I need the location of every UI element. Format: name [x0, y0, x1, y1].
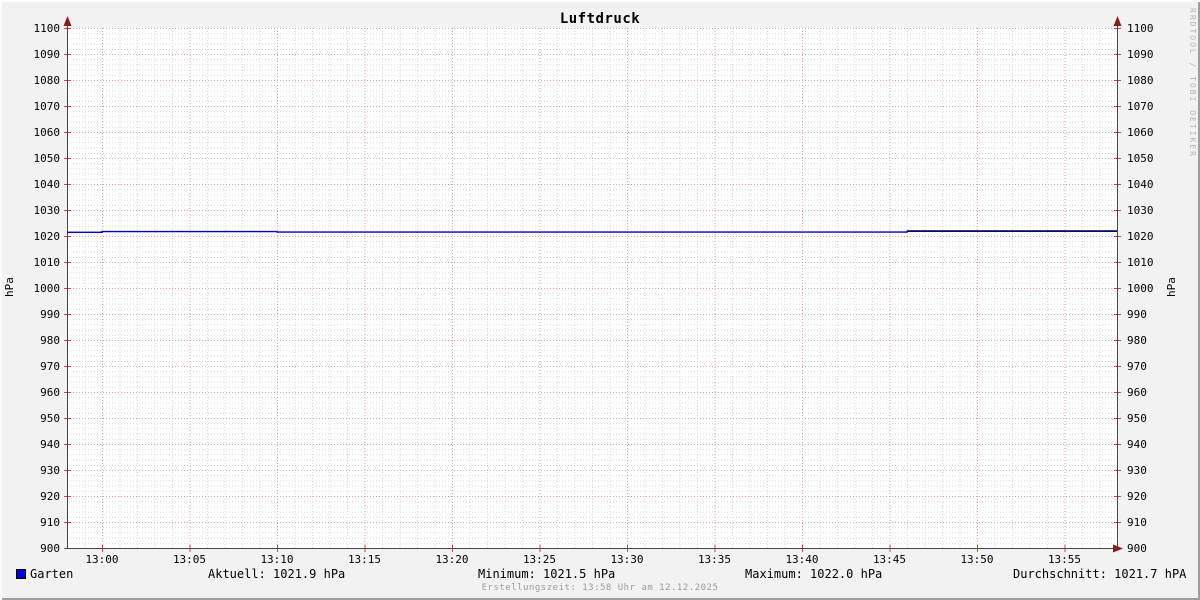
chart-title: Luftdruck: [0, 11, 1200, 27]
y-axis-tick-label-left: 1050: [18, 152, 60, 165]
y-axis-tick-label-right: 1030: [1127, 204, 1169, 217]
y-axis-tick-label-right: 980: [1127, 334, 1169, 347]
x-axis-tick-label: 13:00: [80, 553, 124, 566]
legend-stat-current: Aktuell: 1021.9 hPa: [208, 567, 345, 581]
y-axis-tick-label-right: 970: [1127, 360, 1169, 373]
pressure-graph: Luftdruck RRDTOOL / TOBI OETIKER hPa hPa…: [0, 0, 1200, 600]
y-axis-tick-label-left: 910: [18, 516, 60, 529]
y-axis-tick-label-left: 1040: [18, 178, 60, 191]
y-axis-tick-label-left: 1080: [18, 74, 60, 87]
y-axis-tick-label-left: 900: [18, 542, 60, 555]
x-axis-tick-label: 13:30: [605, 553, 649, 566]
x-axis-tick-label: 13:20: [430, 553, 474, 566]
x-axis-tick-label: 13:25: [518, 553, 562, 566]
x-axis-tick-label: 13:05: [168, 553, 212, 566]
y-axis-tick-label-left: 920: [18, 490, 60, 503]
y-axis-tick-label-right: 940: [1127, 438, 1169, 451]
x-axis-tick-label: 13:40: [780, 553, 824, 566]
legend-color-swatch: [16, 569, 26, 579]
y-axis-tick-label-left: 1010: [18, 256, 60, 269]
y-axis-tick-label-left: 1000: [18, 282, 60, 295]
legend-stat-maximum: Maximum: 1022.0 hPa: [745, 567, 882, 581]
y-axis-tick-label-left: 970: [18, 360, 60, 373]
y-axis-tick-label-right: 990: [1127, 308, 1169, 321]
y-axis-label-left: hPa: [3, 269, 17, 305]
y-axis-tick-label-left: 990: [18, 308, 60, 321]
y-axis-tick-label-left: 960: [18, 386, 60, 399]
y-axis-tick-label-right: 920: [1127, 490, 1169, 503]
y-axis-tick-label-right: 900: [1127, 542, 1169, 555]
x-axis-tick-label: 13:15: [343, 553, 387, 566]
y-axis-tick-label-right: 1010: [1127, 256, 1169, 269]
y-axis-tick-label-right: 1050: [1127, 152, 1169, 165]
rrdtool-watermark: RRDTOOL / TOBI OETIKER: [1188, 8, 1197, 158]
x-axis-tick-label: 13:10: [255, 553, 299, 566]
x-axis-tick-label: 13:35: [693, 553, 737, 566]
y-axis-tick-label-right: 1070: [1127, 100, 1169, 113]
y-axis-tick-label-left: 1100: [18, 22, 60, 35]
x-axis-tick-label: 13:55: [1043, 553, 1087, 566]
y-axis-tick-label-right: 1060: [1127, 126, 1169, 139]
y-axis-tick-label-left: 1090: [18, 48, 60, 61]
y-axis-tick-label-right: 1080: [1127, 74, 1169, 87]
y-axis-tick-label-left: 1020: [18, 230, 60, 243]
y-axis-tick-label-left: 950: [18, 412, 60, 425]
legend-series-label: Garten: [30, 567, 73, 581]
y-axis-tick-label-left: 1070: [18, 100, 60, 113]
y-axis-tick-label-right: 1020: [1127, 230, 1169, 243]
creation-timestamp: Erstellungszeit: 13:58 Uhr am 12.12.2025: [0, 583, 1200, 593]
y-axis-tick-label-left: 1030: [18, 204, 60, 217]
y-axis-tick-label-right: 930: [1127, 464, 1169, 477]
x-axis-tick-label: 13:45: [868, 553, 912, 566]
y-axis-tick-label-right: 1100: [1127, 22, 1169, 35]
y-axis-tick-label-right: 910: [1127, 516, 1169, 529]
y-axis-tick-label-right: 1000: [1127, 282, 1169, 295]
y-axis-tick-label-right: 960: [1127, 386, 1169, 399]
y-axis-tick-label-left: 930: [18, 464, 60, 477]
y-axis-tick-label-right: 1040: [1127, 178, 1169, 191]
y-axis-tick-label-left: 940: [18, 438, 60, 451]
y-axis-tick-label-left: 980: [18, 334, 60, 347]
x-axis-tick-label: 13:50: [955, 553, 999, 566]
y-axis-tick-label-right: 1090: [1127, 48, 1169, 61]
y-axis-tick-label-right: 950: [1127, 412, 1169, 425]
legend-stat-average: Durchschnitt: 1021.7 hPA: [1013, 567, 1186, 581]
legend-stat-minimum: Minimum: 1021.5 hPa: [478, 567, 615, 581]
chart-canvas: [0, 0, 1200, 600]
y-axis-tick-label-left: 1060: [18, 126, 60, 139]
